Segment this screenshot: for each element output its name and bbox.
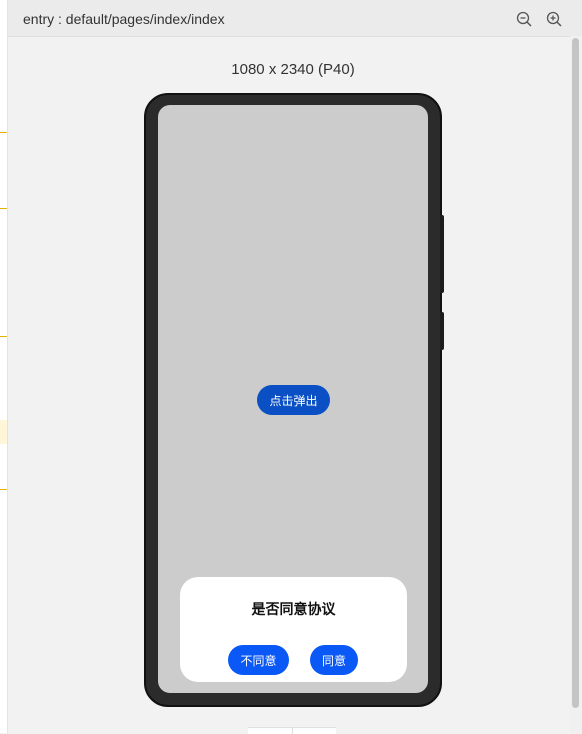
zoom-out-icon[interactable] bbox=[516, 11, 532, 27]
phone-screen: 点击弹出 是否同意协议 不同意 同意 bbox=[158, 105, 428, 693]
phone-volume-button bbox=[440, 215, 444, 293]
agree-button[interactable]: 同意 bbox=[310, 645, 358, 675]
tab-divider bbox=[292, 728, 293, 734]
scrollbar-thumb[interactable] bbox=[572, 38, 579, 708]
disagree-button[interactable]: 不同意 bbox=[228, 645, 289, 675]
guide-mark bbox=[0, 336, 7, 337]
device-label: 1080 x 2340 (P40) bbox=[231, 61, 355, 78]
zoom-in-icon[interactable] bbox=[546, 11, 562, 27]
guide-mark bbox=[0, 132, 7, 133]
page-path: entry : default/pages/index/index bbox=[23, 11, 225, 27]
phone-power-button bbox=[440, 312, 444, 350]
previewer-toolbar: entry : default/pages/index/index bbox=[8, 0, 582, 37]
guide-mark bbox=[0, 208, 7, 209]
left-gutter bbox=[0, 0, 8, 733]
phone-frame: 点击弹出 是否同意协议 不同意 同意 bbox=[144, 93, 444, 707]
agreement-dialog: 是否同意协议 不同意 同意 bbox=[180, 577, 407, 682]
dialog-title: 是否同意协议 bbox=[251, 602, 336, 618]
guide-band bbox=[0, 420, 7, 444]
guide-mark bbox=[0, 489, 7, 490]
popup-trigger-button[interactable]: 点击弹出 bbox=[257, 385, 330, 415]
vertical-scrollbar[interactable] bbox=[570, 36, 582, 733]
